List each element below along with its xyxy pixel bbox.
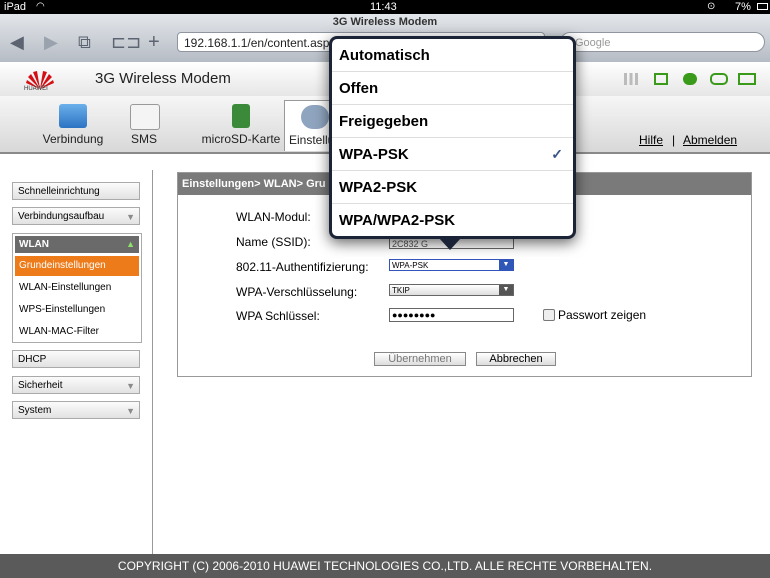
search-field[interactable]: Google [560,32,765,52]
pages-icon[interactable]: ⧉ [78,32,91,52]
bookmarks-icon[interactable]: ⊏⊐ [111,32,141,52]
chevron-down-icon: ▼ [126,212,135,222]
cancel-button[interactable]: Abbrechen [476,352,556,366]
sidebar-item-system[interactable]: System ▼ [12,401,140,419]
chevron-down-icon: ▼ [126,406,135,416]
auth-options-popover: Automatisch Offen Freigegeben WPA-PSK ✓ … [329,36,576,239]
sidebar-item-label: WLAN [19,239,49,250]
wlan-module-label: WLAN-Modul: [236,210,311,224]
chevron-up-icon: ▲ [126,239,135,249]
modem-title: 3G Wireless Modem [95,70,231,87]
battery-status-icon [738,73,756,85]
option-wpa-psk[interactable]: WPA-PSK ✓ [332,138,573,171]
wifi-icon: ◠ [36,1,45,12]
chevron-down-icon: ▼ [126,381,135,391]
auth-label: 802.11-Authentifizierung: [236,260,369,274]
option-offen[interactable]: Offen [332,72,573,105]
tab-label: SMS [130,132,157,146]
show-password-label: Passwort zeigen [558,308,647,322]
checkmark-icon: ✓ [551,146,563,162]
tab-sms[interactable]: SMS [124,100,164,150]
encryption-label: WPA-Verschlüsselung: [236,285,358,299]
sidebar-subitem-wps[interactable]: WPS-Einstellungen [15,300,139,320]
sidebar-item-dhcp[interactable]: DHCP [12,350,140,368]
battery-icon [757,3,768,10]
sidebar-subitem-wlan-settings[interactable]: WLAN-Einstellungen [15,278,139,298]
back-icon[interactable]: ◀ [10,32,24,52]
sidebar-item-label: Verbindungsaufbau [18,211,105,222]
wpa-key-input[interactable]: ●●●●●●●● [389,308,514,322]
encryption-select-value: TKIP [392,286,410,295]
dropdown-arrow-icon: ▼ [499,285,513,295]
page-title: 3G Wireless Modem [332,16,438,28]
tab-label: microSD-Karte [201,132,281,146]
tab-einstellungen[interactable]: Einstellungen [284,100,334,151]
option-automatisch[interactable]: Automatisch [332,39,573,72]
link-separator: | [672,133,676,147]
show-password-checkbox[interactable] [543,309,555,321]
wpa-key-label: WPA Schlüssel: [236,309,320,323]
logout-link[interactable]: Abmelden [683,133,737,147]
sd-card-icon [232,104,250,128]
options-list: Automatisch Offen Freigegeben WPA-PSK ✓ … [332,39,573,236]
sms-status-icon [654,73,668,85]
help-link[interactable]: Hilfe [639,133,663,147]
sidebar-item-label: Schnelleinrichtung [18,186,100,197]
auth-select[interactable]: WPA-PSK ▼ [389,259,514,271]
brand-name: HUAWEI [24,86,48,92]
footer-copyright: COPYRIGHT (C) 2006-2010 HUAWEI TECHNOLOG… [0,554,770,578]
tab-microsd[interactable]: microSD-Karte [197,100,285,150]
sidebar-subitem-basic[interactable]: Grundeinstellungen [15,256,139,276]
ssid-label: Name (SSID): [236,235,311,249]
option-label: WPA-PSK [339,146,409,163]
option-wpa2-psk[interactable]: WPA2-PSK [332,171,573,204]
clock: 11:43 [370,1,397,13]
battery-level: 7% [735,1,751,13]
tab-verbindung[interactable]: Verbindung [34,100,112,150]
rotation-lock-icon: ⊙ [707,1,716,12]
auth-select-value: WPA-PSK [392,261,429,270]
apply-button[interactable]: Übernehmen [374,352,466,366]
dropdown-arrow-icon: ▼ [499,260,513,270]
option-freigegeben[interactable]: Freigegeben [332,105,573,138]
option-wpa-wpa2-psk[interactable]: WPA/WPA2-PSK [332,204,573,236]
tab-label: Einstellungen [289,133,333,147]
sidebar-item-quick-setup[interactable]: Schnelleinrichtung [12,182,140,200]
sidebar-item-wlan[interactable]: WLAN ▲ [15,236,139,253]
forward-icon[interactable]: ▶ [44,32,58,52]
sidebar-item-label: Sicherheit [18,380,63,391]
sidebar-item-security[interactable]: Sicherheit ▼ [12,376,140,394]
sidebar-item-label: DHCP [18,354,47,365]
sidebar-item-label: System [18,405,52,416]
gear-icon [301,105,329,129]
network-icon [59,104,87,128]
envelope-icon [130,104,160,130]
sidebar-subitem-mac-filter[interactable]: WLAN-MAC-Filter [15,322,139,342]
device-name: iPad [4,1,27,13]
ios-status-bar: iPad ◠ 11:43 ⊙ 7% [0,0,770,14]
wlan-status-icon [710,73,728,85]
tab-label: Verbindung [42,132,104,146]
popover-arrow [439,238,461,250]
sidebar-group-wlan: WLAN ▲ Grundeinstellungen WLAN-Einstellun… [12,233,142,343]
encryption-select[interactable]: TKIP ▼ [389,284,514,296]
signal-icon [624,73,638,85]
add-icon[interactable]: + [148,32,160,52]
sidebar-item-connection[interactable]: Verbindungsaufbau ▼ [12,207,140,225]
internet-icon [683,73,697,85]
